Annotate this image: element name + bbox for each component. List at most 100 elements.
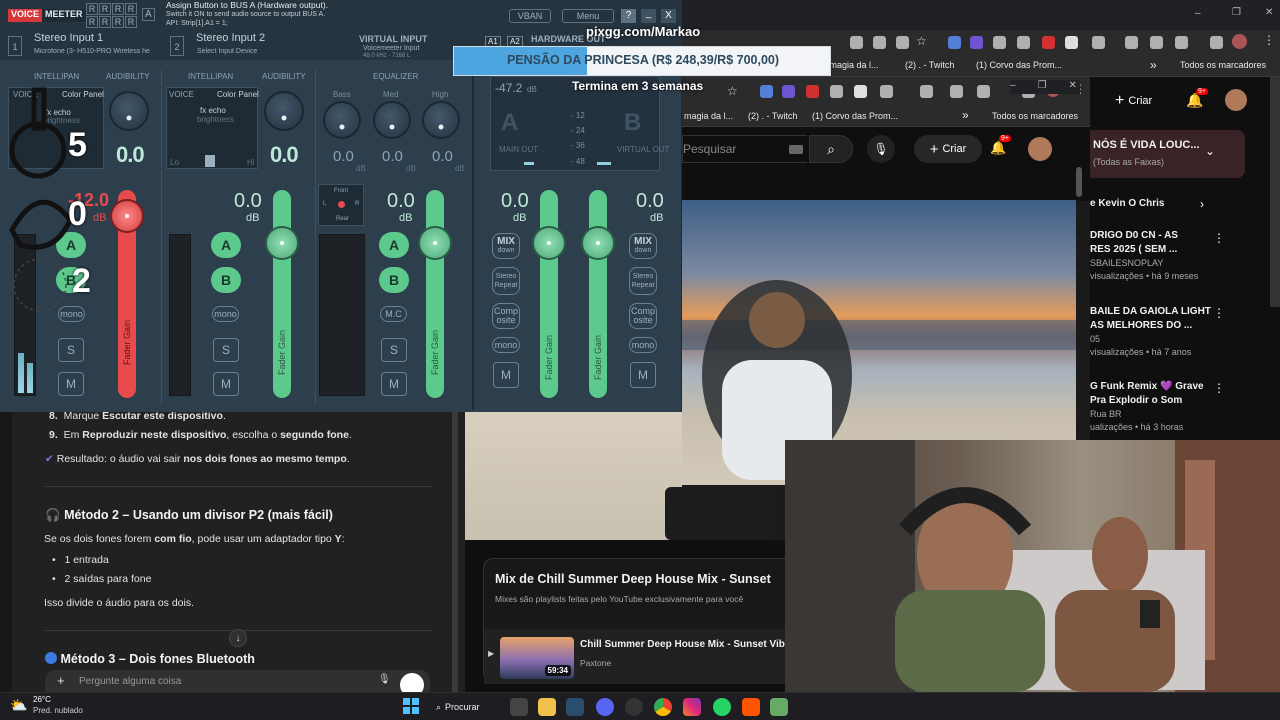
menu-button[interactable]: Menu — [562, 9, 614, 23]
strip-1-fader-knob[interactable] — [110, 199, 144, 233]
download-icon[interactable] — [920, 85, 933, 98]
minimize-button[interactable]: _ — [641, 9, 656, 23]
more-vert-icon[interactable]: ⋮ — [1213, 306, 1225, 320]
install-app-icon[interactable] — [873, 36, 886, 49]
bookmark-corvo[interactable]: (1) Corvo das Prom... — [812, 111, 898, 121]
abr-cell[interactable]: R — [125, 16, 137, 28]
strip-2-fader-track[interactable]: Fader Gain — [273, 190, 291, 398]
abr-cell[interactable]: R — [99, 3, 111, 15]
bus-1-composite-button[interactable]: Comp osite — [492, 303, 520, 329]
task-view-icon[interactable] — [510, 698, 528, 716]
reading-list-icon[interactable] — [1210, 36, 1223, 49]
strip-2-solo-button[interactable]: S — [213, 338, 239, 362]
instagram-icon[interactable] — [683, 698, 701, 716]
app-icon[interactable] — [770, 698, 788, 716]
strip-1-mute-button[interactable]: M — [58, 372, 84, 396]
strip-2-mono-button[interactable]: mono — [212, 306, 239, 322]
strip-2-device[interactable]: Select Input Device — [197, 48, 257, 55]
bus-2-stereo-repeat-button[interactable]: Stereo Repeat — [629, 267, 657, 295]
scrollbar[interactable] — [1076, 167, 1082, 197]
list-item[interactable]: BAILE DA GAIOLA LIGHT AS MELHORES DO ...… — [1090, 305, 1230, 359]
audibility-knob-1[interactable] — [109, 91, 149, 131]
abr-cell[interactable]: R — [112, 3, 124, 15]
eye-off-icon[interactable] — [896, 36, 909, 49]
playlist-row[interactable]: ▶ 59:34 Chill Summer Deep House Mix - Su… — [484, 629, 794, 684]
vban-button[interactable]: VBAN — [509, 9, 551, 23]
strip-1-device[interactable]: Microfone (3- H510-PRO Wireless he — [34, 48, 156, 55]
download-icon[interactable] — [1125, 36, 1138, 49]
eq-high-knob[interactable] — [422, 101, 460, 139]
search-input[interactable]: Pesquisar — [682, 135, 807, 163]
bell-icon[interactable]: 🔔 — [990, 140, 1006, 156]
bookmark-twitch[interactable]: (2) . - Twitch — [905, 60, 954, 70]
taskbar-search[interactable]: ⌕ Procurar — [436, 697, 496, 717]
abr-cell[interactable]: R — [86, 16, 98, 28]
spatial-cursor[interactable] — [338, 201, 345, 208]
strip-2-a-button[interactable]: A — [211, 232, 241, 258]
mix-title[interactable]: Mix de Chill Summer Deep House Mix - Sun… — [495, 572, 793, 586]
profile-avatar[interactable] — [1232, 34, 1247, 49]
abr-cell[interactable]: R — [99, 16, 111, 28]
inner-close-button[interactable]: ✕ — [1069, 80, 1077, 94]
inner-minimize-button[interactable]: – — [1010, 80, 1016, 94]
extension-icon[interactable] — [970, 36, 983, 49]
bookmark-todos[interactable]: Todos os marcadores — [1180, 60, 1266, 70]
abr-cell[interactable]: R — [125, 3, 137, 15]
bookmarks-more-button[interactable]: » — [1150, 58, 1157, 72]
bookmark-corvo[interactable]: (1) Corvo das Prom... — [976, 60, 1062, 70]
scroll-down-button[interactable]: ↓ — [229, 629, 247, 647]
inner-maximize-button[interactable]: ❐ — [1038, 80, 1047, 94]
bus-2-mixdown-button[interactable]: MIX down — [629, 233, 657, 259]
abr-cell[interactable]: R — [86, 3, 98, 15]
keyboard-icon[interactable] — [789, 145, 803, 154]
avatar[interactable] — [1028, 137, 1052, 161]
chrome-close-button[interactable]: ✕ — [1265, 7, 1273, 18]
bus-2-fader-knob[interactable] — [581, 226, 615, 260]
close-button[interactable]: X — [661, 9, 676, 23]
file-explorer-icon[interactable] — [538, 698, 556, 716]
translate-icon[interactable] — [1150, 36, 1163, 49]
bookmarks-more-button[interactable]: » — [962, 108, 969, 122]
extension-icon[interactable] — [993, 36, 1006, 49]
extension-icon[interactable] — [854, 85, 867, 98]
bookmark-star-icon[interactable]: ☆ — [916, 34, 927, 48]
steam-icon[interactable] — [566, 698, 584, 716]
bus-1-mute-button[interactable]: M — [493, 362, 519, 388]
scrollbar[interactable] — [452, 412, 458, 692]
chrome-minimize-button[interactable]: – — [1195, 8, 1201, 19]
ask-input[interactable]: + Pergunte alguma coisa 🎙 — [45, 670, 430, 697]
discord-icon[interactable] — [596, 698, 614, 716]
create-button[interactable]: + Criar — [1115, 89, 1171, 113]
soundcloud-icon[interactable] — [742, 698, 760, 716]
strip-3-a-button[interactable]: A — [379, 232, 409, 258]
extension-icon[interactable] — [1065, 36, 1078, 49]
abr-cell[interactable]: R — [112, 16, 124, 28]
more-vert-icon[interactable]: ⋮ — [1213, 231, 1225, 245]
strip-3-mc-button[interactable]: M.C — [380, 306, 407, 322]
intellipan-panel-2[interactable]: VOICE Color Panel fx echo brightness Lo … — [166, 87, 259, 169]
strip-3-mute-button[interactable]: M — [381, 372, 407, 396]
mic-button[interactable]: 🎙 — [867, 135, 895, 163]
zoom-icon[interactable] — [850, 36, 863, 49]
cast-icon[interactable] — [977, 85, 990, 98]
plus-icon[interactable]: + — [57, 673, 65, 688]
bus-2-mono-button[interactable]: mono — [629, 337, 657, 353]
strip-1-name[interactable]: Stereo Input 1 — [34, 32, 103, 44]
weather-icon[interactable]: ⛅ — [10, 697, 27, 714]
now-playing-card[interactable]: NÓS É VIDA LOUC... (Todas as Faixas) ⌄ — [1090, 130, 1245, 178]
avatar[interactable] — [1225, 89, 1247, 111]
puzzle-icon[interactable] — [880, 85, 893, 98]
bus-1-mono-button[interactable]: mono — [492, 337, 520, 353]
audibility-knob-2[interactable] — [264, 91, 304, 131]
chrome-icon[interactable] — [654, 698, 672, 716]
strip-3-b-button[interactable]: B — [379, 267, 409, 293]
bookmark-magia[interactable]: magia da l... — [684, 111, 733, 121]
weather-text[interactable]: Pred. nublado — [33, 706, 83, 715]
help-button[interactable]: ? — [621, 9, 636, 23]
eq-bass-knob[interactable] — [323, 101, 361, 139]
mic-icon[interactable]: 🎙 — [378, 674, 391, 685]
strip-3-fader-track[interactable]: Fader Gain — [426, 190, 444, 398]
extension-icon[interactable] — [830, 85, 843, 98]
strip-3-fader-knob[interactable] — [418, 226, 452, 260]
cast-icon[interactable] — [1175, 36, 1188, 49]
